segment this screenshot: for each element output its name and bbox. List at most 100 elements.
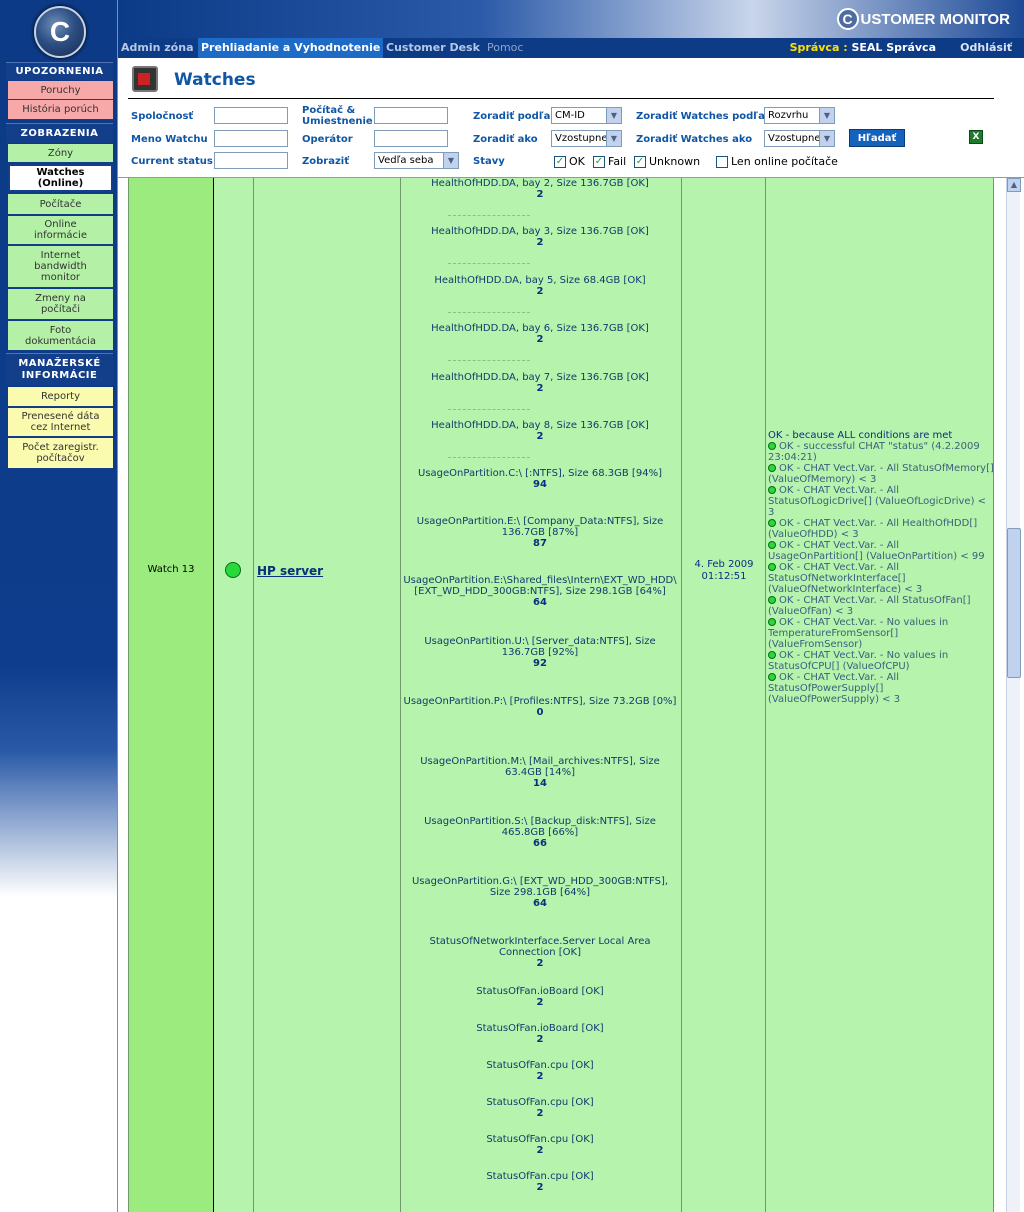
value-separator xyxy=(448,457,530,458)
result-line: OK - CHAT Vect.Var. - All StatusOfLogicD… xyxy=(768,485,994,518)
value-item: UsageOnPartition.E:\Shared_files\Intern\… xyxy=(402,575,678,608)
computer-link[interactable]: HP server xyxy=(257,564,323,578)
value-label: HealthOfHDD.DA, bay 2, Size 136.7GB [OK] xyxy=(431,178,649,189)
result-line-text: OK - successful CHAT "status" (4.2.2009 … xyxy=(768,441,980,463)
logout-link[interactable]: Odhlásiť xyxy=(960,38,1012,58)
value-label: UsageOnPartition.S:\ [Backup_disk:NTFS],… xyxy=(424,816,656,838)
value-label: UsageOnPartition.M:\ [Mail_archives:NTFS… xyxy=(420,756,660,778)
sort-watches-as-select[interactable]: Vzostupne ▼ xyxy=(764,130,835,147)
value-number: 2 xyxy=(536,997,544,1008)
sidebar-item-watches-online[interactable]: Watches (Online) xyxy=(8,164,113,192)
table-right-margin xyxy=(994,178,1006,1212)
value-number: 2 xyxy=(536,334,544,345)
value-label: UsageOnPartition.U:\ [Server_data:NTFS],… xyxy=(424,636,656,658)
value-number: 64 xyxy=(533,898,547,909)
ok-dot-icon xyxy=(768,651,776,659)
display-label: Zobraziť xyxy=(302,156,349,167)
sort-by-select-value: CM-ID xyxy=(555,110,585,121)
value-number: 92 xyxy=(533,658,547,669)
checkbox-online-only[interactable]: Len online počítače xyxy=(716,155,838,168)
scroll-up-icon[interactable]: ▲ xyxy=(1007,178,1021,192)
logo[interactable]: C xyxy=(34,6,86,58)
value-label: HealthOfHDD.DA, bay 6, Size 136.7GB [OK] xyxy=(431,323,649,334)
value-number: 0 xyxy=(536,707,544,718)
menu-customer-desk[interactable]: Customer Desk xyxy=(383,38,483,58)
menu-admin-zone[interactable]: Admin zóna xyxy=(118,38,197,58)
value-separator xyxy=(448,215,530,216)
states-label: Stavy xyxy=(473,156,505,167)
value-number: 2 xyxy=(536,286,544,297)
sort-as-select[interactable]: Vzostupne ▼ xyxy=(551,130,622,147)
current-status-input[interactable] xyxy=(214,152,288,169)
column-divider xyxy=(213,178,214,1212)
sort-watches-by-select[interactable]: Rozvrhu ▼ xyxy=(764,107,835,124)
value-label: HealthOfHDD.DA, bay 7, Size 136.7GB [OK] xyxy=(431,372,649,383)
sidebar-item-bandwidth-monitor[interactable]: Internet bandwidth monitor xyxy=(8,246,113,288)
sidebar-item-faults[interactable]: Poruchy xyxy=(8,81,113,100)
value-number: 14 xyxy=(533,778,547,789)
value-label: StatusOfFan.cpu [OK] xyxy=(486,1097,594,1108)
sidebar-item-registered-computers[interactable]: Počet zaregistr. počítačov xyxy=(8,438,113,469)
page-title: Watches xyxy=(174,70,256,90)
display-select[interactable]: Vedľa seba ▼ xyxy=(374,152,459,169)
sidebar-item-computer-changes[interactable]: Zmeny na počítači xyxy=(8,289,113,320)
value-separator xyxy=(448,409,530,410)
result-line-text: OK - CHAT Vect.Var. - No values in Statu… xyxy=(768,650,949,672)
menu-browse-evaluate[interactable]: Prehliadanie a Vyhodnotenie xyxy=(198,38,384,58)
sidebar-item-computers[interactable]: Počítače xyxy=(8,194,113,215)
value-label: HealthOfHDD.DA, bay 3, Size 136.7GB [OK] xyxy=(431,226,649,237)
section-management: MANAŽERSKÉ INFORMÁCIE xyxy=(6,353,113,385)
value-separator xyxy=(448,360,530,361)
sidebar-item-fault-history[interactable]: História porúch xyxy=(8,100,113,120)
search-button[interactable]: Hľadať xyxy=(849,129,905,147)
title-divider xyxy=(128,98,994,99)
result-line: OK - CHAT Vect.Var. - No values in Statu… xyxy=(768,650,994,672)
sort-by-select[interactable]: CM-ID ▼ xyxy=(551,107,622,124)
scrollbar[interactable]: ▲ xyxy=(1006,178,1021,1212)
result-line-text: OK - CHAT Vect.Var. - All StatusOfMemory… xyxy=(768,463,994,485)
sort-watches-by-select-value: Rozvrhu xyxy=(768,110,809,121)
ok-dot-icon xyxy=(768,563,776,571)
value-separator xyxy=(448,263,530,264)
value-number: 2 xyxy=(536,1182,544,1193)
status-ok-icon xyxy=(225,562,241,578)
menu-help[interactable]: Pomoc xyxy=(484,38,526,58)
value-item: HealthOfHDD.DA, bay 7, Size 136.7GB [OK]… xyxy=(402,372,678,394)
excel-export-icon[interactable]: X xyxy=(969,130,983,144)
chevron-down-icon: ▼ xyxy=(819,108,834,123)
operator-input[interactable] xyxy=(374,130,448,147)
watches-icon xyxy=(132,66,158,92)
sidebar-item-transferred-data[interactable]: Prenesené dáta cez Internet xyxy=(8,408,113,437)
sort-as-select-value: Vzostupne xyxy=(555,133,608,144)
value-item: UsageOnPartition.E:\ [Company_Data:NTFS]… xyxy=(402,516,678,549)
sidebar-item-zones[interactable]: Zóny xyxy=(8,144,113,163)
column-divider xyxy=(765,178,766,1212)
checkbox-ok[interactable]: ✓ OK xyxy=(554,155,585,168)
computer-input[interactable] xyxy=(374,107,448,124)
value-item: UsageOnPartition.C:\ [:NTFS], Size 68.3G… xyxy=(402,468,678,490)
current-status-label: Current status xyxy=(131,156,213,167)
last-check-datetime: 4. Feb 2009 01:12:51 xyxy=(684,559,764,583)
result-line: OK - CHAT Vect.Var. - All StatusOfMemory… xyxy=(768,463,994,485)
watches-table: Watch 13 HP server 4. Feb 2009 01:12:51 … xyxy=(118,178,1006,1212)
sidebar-item-reports[interactable]: Reporty xyxy=(8,387,113,407)
sidebar-item-photo-docs[interactable]: Foto dokumentácia xyxy=(8,321,113,351)
value-number: 2 xyxy=(536,1071,544,1082)
column-divider xyxy=(400,178,401,1212)
value-label: HealthOfHDD.DA, bay 5, Size 68.4GB [OK] xyxy=(434,275,646,286)
user-label: Správca : xyxy=(789,41,848,54)
company-input[interactable] xyxy=(214,107,288,124)
checkbox-fail[interactable]: ✓ Fail xyxy=(593,155,626,168)
result-line: OK - CHAT Vect.Var. - All StatusOfPowerS… xyxy=(768,672,994,705)
value-label: UsageOnPartition.E:\ [Company_Data:NTFS]… xyxy=(416,516,664,538)
column-divider xyxy=(253,178,254,1212)
checkbox-unknown[interactable]: ✓ Unknown xyxy=(634,155,700,168)
value-item: UsageOnPartition.U:\ [Server_data:NTFS],… xyxy=(402,636,678,669)
watch-name-input[interactable] xyxy=(214,130,288,147)
scroll-thumb[interactable] xyxy=(1007,528,1021,678)
value-number: 2 xyxy=(536,1145,544,1156)
sidebar-item-online-info[interactable]: Online informácie xyxy=(8,216,113,245)
value-number: 2 xyxy=(536,1034,544,1045)
value-label: StatusOfNetworkInterface.Server Local Ar… xyxy=(429,936,651,958)
value-item: StatusOfFan.cpu [OK] 2 xyxy=(402,1171,678,1193)
